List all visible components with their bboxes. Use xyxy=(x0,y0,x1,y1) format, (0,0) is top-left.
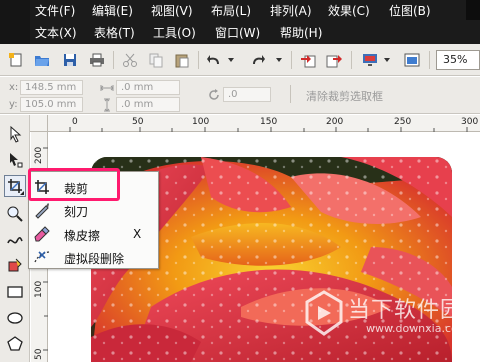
ruler-label: 100 xyxy=(34,280,44,298)
pick-tool-icon[interactable] xyxy=(6,125,24,143)
menu-edit[interactable]: 编辑(E) xyxy=(92,3,133,19)
toolbar-separator xyxy=(351,51,352,69)
menu-table[interactable]: 表格(T) xyxy=(94,25,135,41)
open-icon[interactable] xyxy=(34,52,50,68)
crop-tool-button[interactable] xyxy=(4,175,26,197)
standard-toolbar: 35% xyxy=(0,44,480,76)
copy-icon[interactable] xyxy=(148,52,164,68)
width-icon xyxy=(100,85,114,91)
ruler-label: 200 xyxy=(326,117,344,127)
shortcut-key: X xyxy=(133,227,142,241)
menu-file[interactable]: 文件(F) xyxy=(35,3,75,19)
menu-tools[interactable]: 工具(O) xyxy=(153,25,196,41)
menu-bitmaps[interactable]: 位图(B) xyxy=(389,3,431,19)
redo-dropdown[interactable] xyxy=(276,58,282,62)
menu-bar: 文件(F) 编辑(E) 视图(V) 布局(L) 排列(A) 效果(C) 位图(B… xyxy=(0,0,480,44)
flyout-item-label: 刻刀 xyxy=(64,205,89,219)
menu-window[interactable]: 窗口(W) xyxy=(215,25,260,41)
menu-layout[interactable]: 布局(L) xyxy=(211,3,251,19)
import-icon[interactable] xyxy=(300,52,316,68)
ruler-origin[interactable] xyxy=(31,115,48,132)
welcome-icon[interactable] xyxy=(404,52,420,68)
watermark-logo-icon xyxy=(305,290,343,336)
rotation-icon xyxy=(209,89,219,100)
toolbar-separator xyxy=(290,85,291,103)
toolbar-separator xyxy=(113,51,114,69)
flyout-item-virtual-segment-delete[interactable]: 虚拟段删除 xyxy=(29,246,158,268)
horizontal-ruler: 0 50 100 150 200 250 300 xyxy=(30,115,480,132)
rectangle-tool-icon[interactable] xyxy=(6,283,24,301)
smart-fill-icon[interactable] xyxy=(6,257,24,275)
undo-dropdown[interactable] xyxy=(228,58,234,62)
zoom-tool-icon[interactable] xyxy=(6,205,24,223)
menu-help[interactable]: 帮助(H) xyxy=(280,25,322,41)
horizontal-ruler-ticks xyxy=(69,127,468,132)
ruler-label: 100 xyxy=(192,117,210,127)
toolbar-separator xyxy=(198,51,199,69)
cut-icon[interactable] xyxy=(122,52,138,68)
flyout-item-label: 橡皮擦 xyxy=(64,229,101,243)
menu-arrange[interactable]: 排列(A) xyxy=(270,3,312,19)
flyout-item-label: 虚拟段删除 xyxy=(64,252,125,266)
export-icon[interactable] xyxy=(326,52,342,68)
ruler-label: 0 xyxy=(72,117,78,127)
toolbar-separator xyxy=(429,51,430,69)
save-icon[interactable] xyxy=(62,52,78,68)
ruler-label: 200 xyxy=(34,146,44,164)
y-label: y: xyxy=(9,99,18,110)
window-corner xyxy=(466,0,480,20)
toolbox xyxy=(0,115,30,362)
knife-icon xyxy=(35,203,49,219)
property-bar: x: 148.5 mm y: 105.0 mm .0 mm .0 mm .0 清… xyxy=(0,77,480,114)
rotation-angle-field[interactable]: .0 xyxy=(223,87,271,102)
width-field[interactable]: .0 mm xyxy=(116,80,180,95)
menu-text[interactable]: 文本(X) xyxy=(35,25,77,41)
virtual-segment-delete-icon xyxy=(34,251,50,263)
ruler-label: 50 xyxy=(34,348,44,360)
watermark-text: 当下软件园 xyxy=(348,298,464,323)
flyout-indicator xyxy=(20,191,24,195)
launcher-dropdown[interactable] xyxy=(384,58,390,62)
clear-crop-marquee-button[interactable]: 清除裁剪选取框 xyxy=(306,88,383,104)
menu-view[interactable]: 视图(V) xyxy=(151,3,193,19)
redo-icon[interactable] xyxy=(250,52,266,68)
undo-icon[interactable] xyxy=(206,52,222,68)
launcher-icon[interactable] xyxy=(362,52,378,68)
zoom-level-combo[interactable]: 35% xyxy=(436,50,480,70)
paste-icon[interactable] xyxy=(174,52,190,68)
toolbar-separator xyxy=(291,51,292,69)
watermark-url: www.downxia.com xyxy=(366,322,469,335)
app-icon-area xyxy=(0,0,30,44)
ruler-label: 250 xyxy=(394,117,412,127)
watermark: 当下软件园 www.downxia.com xyxy=(300,288,476,348)
x-position-field[interactable]: 148.5 mm xyxy=(20,80,83,95)
ruler-label: 150 xyxy=(260,117,278,127)
ruler-label: 50 xyxy=(132,117,144,127)
highlight-box xyxy=(28,168,120,201)
new-icon[interactable] xyxy=(8,52,24,68)
flyout-item-knife[interactable]: 刻刀 xyxy=(29,199,158,221)
flyout-item-eraser[interactable]: 橡皮擦 X xyxy=(29,223,158,245)
eraser-icon xyxy=(34,226,50,242)
ruler-label: 300 xyxy=(461,117,479,127)
shape-tool-icon[interactable] xyxy=(6,151,24,169)
print-icon[interactable] xyxy=(89,52,105,68)
x-label: x: xyxy=(9,82,19,93)
height-icon xyxy=(104,98,110,112)
ellipse-tool-icon[interactable] xyxy=(6,309,24,327)
polygon-tool-icon[interactable] xyxy=(6,335,24,353)
height-field[interactable]: .0 mm xyxy=(116,97,180,112)
freehand-tool-icon[interactable] xyxy=(6,231,24,249)
menu-effects[interactable]: 效果(C) xyxy=(328,3,370,19)
y-position-field[interactable]: 105.0 mm xyxy=(20,97,83,112)
